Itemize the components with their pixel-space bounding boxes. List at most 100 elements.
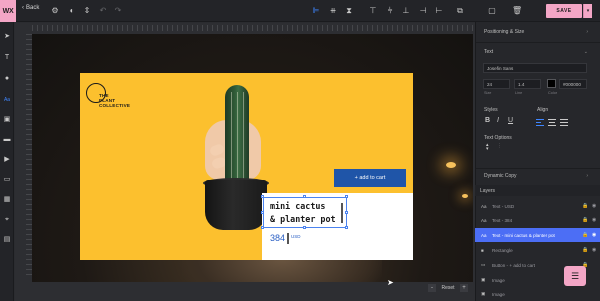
layer-item[interactable]: ▣ Image xyxy=(475,287,600,301)
color-hex-field[interactable]: #000000 xyxy=(559,79,587,89)
align-top-icon[interactable]: ⊤ xyxy=(368,6,378,16)
lock-icon[interactable]: 🔒 xyxy=(582,247,588,253)
chevron-right-icon[interactable]: › xyxy=(586,29,588,35)
distribute-icon[interactable]: ⧗ xyxy=(344,6,354,16)
editor-window: WX ‹ Back ⚙ ◐ ⇕ ↶ ↷ ⊫ ⧺ ⧗ ⊤ ⫩ ⊥ ⊣ ⊢ ⧉ ▢ … xyxy=(0,0,600,301)
align-justify-text-icon[interactable] xyxy=(560,119,568,126)
lock-icon[interactable]: 🔒 xyxy=(582,203,588,209)
font-size-field[interactable]: 24 xyxy=(483,79,510,89)
move-vertical-icon[interactable]: ⇕ xyxy=(82,6,92,16)
lock-icon[interactable]: 🔒 xyxy=(582,217,588,223)
layer-item-selected[interactable]: Aa Text - mini cactus & planter pot 🔒 ◉ xyxy=(475,228,600,242)
zoom-out-button[interactable]: - xyxy=(428,284,436,292)
layer-item[interactable]: Aa Text - USD 🔒 ◉ xyxy=(475,199,600,213)
resize-handle[interactable] xyxy=(261,226,264,229)
resize-handle[interactable] xyxy=(261,195,264,198)
align-middle-icon[interactable]: ⫩ xyxy=(385,6,395,16)
layer-name: Image xyxy=(492,277,505,283)
divider xyxy=(476,168,600,169)
underline-button[interactable]: U xyxy=(508,117,513,124)
save-options-caret-icon[interactable]: ▾ xyxy=(583,4,592,18)
positioning-size-header[interactable]: Positioning & Size xyxy=(484,29,524,35)
eye-icon[interactable]: ◉ xyxy=(592,232,596,238)
size-label: Size xyxy=(484,91,492,95)
text-layer-icon: Aa xyxy=(481,232,487,238)
code-icon[interactable]: ▤ xyxy=(2,235,12,245)
font-family-select[interactable]: Josefin Sans xyxy=(483,63,587,73)
chevron-right-icon[interactable]: › xyxy=(586,173,588,179)
image-layer-icon: ▣ xyxy=(481,277,486,282)
selection-box[interactable] xyxy=(263,197,347,228)
chat-support-button[interactable]: ☰ xyxy=(564,266,586,286)
rectangle-layer-icon: ■ xyxy=(481,247,484,253)
redo-icon[interactable]: ↷ xyxy=(113,6,123,16)
planter-pot-image[interactable] xyxy=(205,180,267,230)
cursor-icon[interactable]: ➤ xyxy=(2,32,12,42)
text-options-stepper-icon[interactable]: ▴ ▾ xyxy=(486,143,489,152)
layers-header: Layers xyxy=(475,185,600,196)
italic-button[interactable]: I xyxy=(497,117,499,124)
layer-name: Text - mini cactus & planter pot xyxy=(492,232,555,238)
layer-item[interactable]: Aa Text - 384 🔒 ◉ xyxy=(475,213,600,227)
align-center-text-icon[interactable] xyxy=(548,119,556,126)
image-layer-icon: ▣ xyxy=(481,291,486,296)
align-left-text-icon[interactable] xyxy=(536,119,544,126)
video-icon[interactable]: ▶ xyxy=(2,155,12,165)
line-height-field[interactable]: 1.4 xyxy=(514,79,541,89)
bold-button[interactable]: B xyxy=(485,117,490,124)
align-hcenter-icon[interactable]: ⊣ xyxy=(418,6,428,16)
resize-handle[interactable] xyxy=(261,211,264,214)
align-right-edge-icon[interactable]: ⊢ xyxy=(434,6,444,16)
color-swatch[interactable] xyxy=(547,79,556,88)
price-text[interactable]: 384 xyxy=(270,233,285,243)
chevron-down-icon[interactable]: ⌄ xyxy=(584,49,588,55)
ellipse-icon[interactable]: ● xyxy=(2,74,12,84)
divider xyxy=(476,42,600,43)
delete-icon[interactable]: 🗑 xyxy=(512,6,522,16)
rectangle-icon[interactable]: ▬ xyxy=(2,135,12,145)
undo-icon[interactable]: ↶ xyxy=(98,6,108,16)
lock-icon[interactable]: 🔒 xyxy=(582,232,588,238)
save-button[interactable]: SAVE xyxy=(546,4,582,18)
styles-label: Styles xyxy=(484,107,498,113)
gear-icon[interactable]: ⚙ xyxy=(50,6,60,16)
add-to-cart-button[interactable]: + add to cart xyxy=(334,169,406,187)
map-icon[interactable]: ⌖ xyxy=(2,215,12,225)
button-layer-icon: ▭ xyxy=(481,262,486,267)
text-options-secondary-icon[interactable]: ⋮ xyxy=(497,143,502,149)
gallery-icon[interactable]: ▦ xyxy=(2,195,12,205)
button-icon[interactable]: ▭ xyxy=(2,175,12,185)
group-icon[interactable]: ▢ xyxy=(487,6,497,16)
resize-handle[interactable] xyxy=(303,195,306,198)
layer-item[interactable]: ■ Rectangle 🔒 ◉ xyxy=(475,243,600,257)
zoom-in-button[interactable]: + xyxy=(460,284,468,292)
eye-icon[interactable]: ◉ xyxy=(592,247,596,253)
fill-icon[interactable]: ◐ xyxy=(67,6,77,16)
layer-name: Button - + add to cart xyxy=(492,262,536,268)
color-label: Color xyxy=(548,91,558,95)
text-options-label: Text Options xyxy=(484,135,512,141)
zoom-reset-button[interactable]: Reset xyxy=(438,284,458,292)
heading-icon[interactable]: Aa xyxy=(2,95,12,105)
back-label: Back xyxy=(26,5,40,11)
resize-handle[interactable] xyxy=(345,211,348,214)
currency-text[interactable]: USD xyxy=(291,234,301,239)
copy-icon[interactable]: ⧉ xyxy=(455,6,465,16)
eye-icon[interactable]: ◉ xyxy=(592,217,596,223)
image-icon[interactable]: ▣ xyxy=(2,115,12,125)
app-logo[interactable]: WX xyxy=(0,0,16,22)
eye-icon[interactable]: ◉ xyxy=(592,203,596,209)
back-button[interactable]: ‹ Back xyxy=(22,5,39,11)
text-icon[interactable]: T xyxy=(2,53,12,63)
text-caret xyxy=(287,233,289,244)
align-left-icon[interactable]: ⊫ xyxy=(311,6,321,16)
resize-handle[interactable] xyxy=(303,226,306,229)
align-label: Align xyxy=(537,107,549,113)
dynamic-copy-header[interactable]: Dynamic Copy xyxy=(484,173,517,179)
brand-logo-text[interactable]: THE PLANT COLLECTIVE xyxy=(99,93,130,109)
align-bottom-icon[interactable]: ⊥ xyxy=(401,6,411,16)
candle-glow xyxy=(462,194,468,198)
resize-handle[interactable] xyxy=(345,195,348,198)
resize-handle[interactable] xyxy=(345,226,348,229)
align-center-icon[interactable]: ⧺ xyxy=(328,6,338,16)
